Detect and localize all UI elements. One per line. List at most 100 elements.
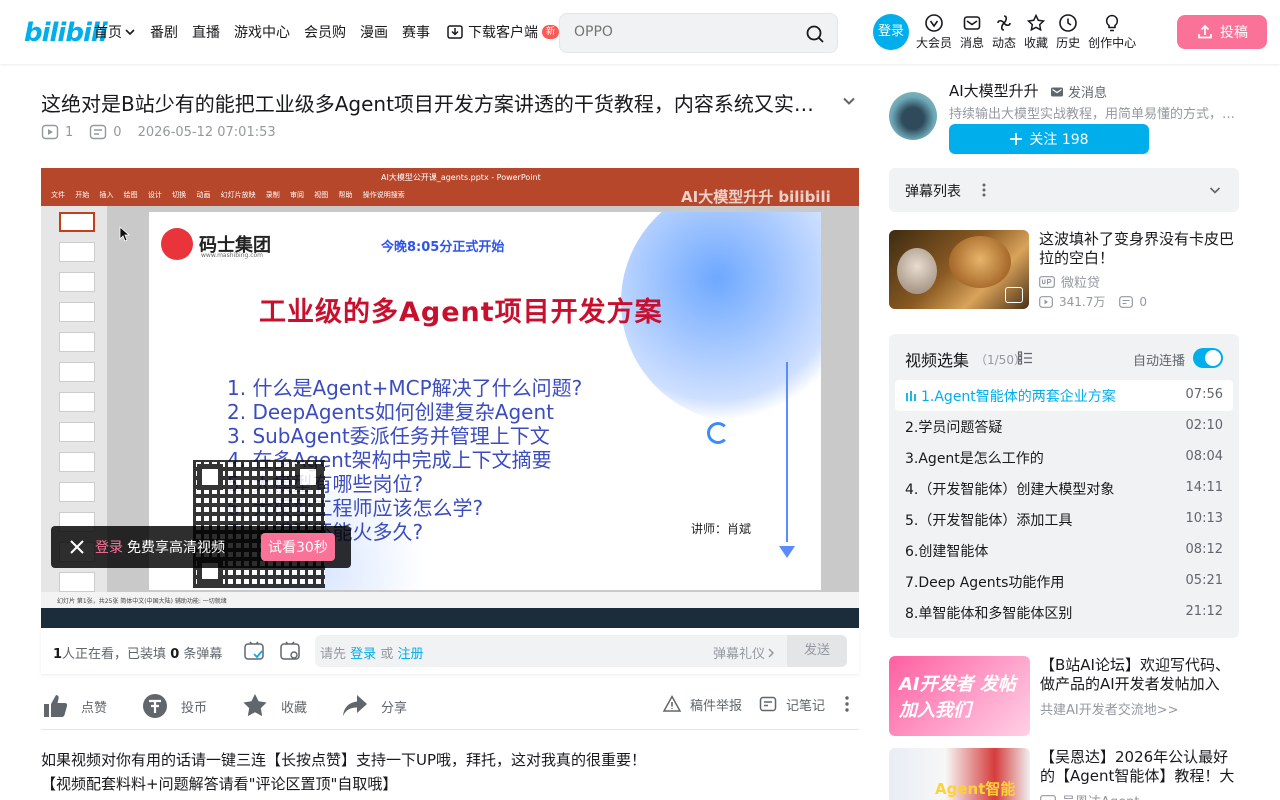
qr-corner [197,464,223,490]
danmaku-send-button[interactable]: 发送 [787,635,847,667]
recommend-uploader[interactable]: 共建AI开发者交流地>> [1040,699,1179,718]
note-button[interactable]: 记笔记 [758,694,825,714]
video-toolbar: 点赞 投币 收藏 分享 稿件举报 记笔记 [41,686,859,730]
entry-vip-label: 大会员 [916,36,953,50]
playlist-item[interactable]: 4.（开发智能体）创建大模型对象 14:11 [895,473,1233,504]
recommend-card[interactable]: Agent智能体 【吴恩达】2026年公认最好的【Agent智能体】教程！大模型… [889,748,1239,800]
entry-vip[interactable]: 大会员 [916,12,952,51]
ad-uploader[interactable]: 微粒贷 [1039,272,1100,291]
recommend-thumbnail[interactable]: AI开发者 发帖加入我们 [889,656,1030,736]
recommend-thumb-text: AI开发者 发帖加入我们 [899,674,1016,721]
like-label: 点赞 [81,700,108,716]
playlist-item-name: 5.（开发智能体）添加工具 [905,513,1073,529]
playlist-item[interactable]: 2.学员问题答疑 02:10 [895,411,1233,442]
playlist-item[interactable]: 5.（开发智能体）添加工具 10:13 [895,504,1233,535]
main-nav: 首页 番剧 直播 游戏中心 会员购 漫画 赛事 下载客户端 新 [94,22,573,42]
login-button[interactable]: 登录 [873,14,909,50]
recommend-thumbnail[interactable]: Agent智能体 [889,748,1030,800]
more-options-icon[interactable] [837,694,857,714]
slide-thumb [59,482,95,502]
playlist-item[interactable]: 7.Deep Agents功能作用 05:21 [895,566,1233,597]
slide-thumb [59,452,95,472]
tip-text: 免费享高清视频 [127,540,225,556]
share-button[interactable]: 分享 [341,692,407,720]
danmaku-list-label: 弹幕列表 [905,184,961,200]
slide-thumb [59,212,95,232]
playlist-item[interactable]: 8.单智能体和多智能体区别 21:12 [895,597,1233,628]
entry-creator-center[interactable]: 创作中心 [1088,12,1136,51]
nav-mall[interactable]: 会员购 [304,22,346,42]
ad-thumbnail[interactable] [889,230,1029,309]
danmaku-etiquette-link[interactable]: 弹幕礼仪 [713,643,777,662]
slide-list-item: 2. DeepAgents如何创建复杂Agent [227,400,554,424]
recommend-title[interactable]: 【吴恩达】2026年公认最好的【Agent智能体】教程！大模型入门必看 [1040,748,1236,786]
danmaku-input[interactable]: 请先 登录 或 注册 弹幕礼仪 发送 [315,635,847,667]
favorite-button[interactable]: 收藏 [241,692,307,720]
dm-register-link[interactable]: 注册 [397,647,423,662]
ad-title[interactable]: 这波填补了变身界没有卡皮巴拉的空白！ [1039,230,1235,268]
search-input[interactable] [574,24,794,40]
trial-30s-button[interactable]: 试看30秒 [261,533,335,561]
dm-login-link[interactable]: 登录 [350,647,376,662]
recommend-title[interactable]: 【B站AI论坛】欢迎写代码、做产品的AI开发者发帖加入 [1040,656,1236,694]
danmaku-list-panel[interactable]: 弹幕列表 [889,168,1239,212]
playlist-item[interactable]: 6.创建智能体 08:12 [895,535,1233,566]
recommend-uploader[interactable]: 吴恩达Agent [1040,791,1139,800]
nav-game-center[interactable]: 游戏中心 [234,22,290,42]
slide-thumb [59,272,95,292]
tip-login-link[interactable]: 登录 [95,537,123,557]
danmaku-count: 0 [89,124,122,140]
nav-home-label: 首页 [94,25,122,41]
list-view-icon[interactable] [1017,350,1033,366]
nav-download-client[interactable]: 下载客户端 新 [444,22,560,42]
ad-card[interactable]: 这波填补了变身界没有卡皮巴拉的空白！ 微粒贷 341.7万 0 [889,230,1239,310]
upload-button[interactable]: 投稿 [1177,15,1267,49]
playlist-item-name: 2.学员问题答疑 [905,420,1003,436]
search-icon[interactable] [805,24,825,44]
danmaku-count-icon [90,124,107,140]
playlist-item[interactable]: 3.Agent是怎么工作的 08:04 [895,442,1233,473]
close-icon[interactable] [69,539,85,555]
send-message-link[interactable]: 发消息 [1050,82,1107,101]
uploader-description: 持续输出大模型实战教程，用简单易懂的方式，带你入门大模型 [949,107,1239,122]
entry-history[interactable]: 历史 [1056,12,1080,51]
star-icon [243,694,267,717]
star-icon [1026,13,1046,32]
like-button[interactable]: 点赞 [41,692,107,720]
uploader-name[interactable]: AI大模型升升 [949,80,1039,101]
slide-lecturer: 讲师：肖斌 [691,522,752,536]
entry-history-label: 历史 [1056,36,1081,50]
nav-anime[interactable]: 番剧 [150,22,178,42]
entry-favorites[interactable]: 收藏 [1024,12,1048,51]
dm-prefix: 请先 [320,647,347,662]
slide-thumb [59,422,95,442]
autoplay-toggle[interactable] [1193,348,1223,368]
more-vertical-icon[interactable] [981,182,987,198]
nav-home[interactable]: 首页 [94,22,136,42]
recommend-card[interactable]: AI开发者 发帖加入我们 【B站AI论坛】欢迎写代码、做产品的AI开发者发帖加入… [889,656,1239,736]
entry-message[interactable]: 消息 [960,12,984,51]
ad-uploader-name: 微粒贷 [1061,276,1101,291]
note-label: 记笔记 [786,698,826,714]
play-count-value: 1 [65,124,74,140]
playing-bars-icon [906,391,916,401]
nav-esports[interactable]: 赛事 [402,22,430,42]
report-button[interactable]: 稿件举报 [662,694,742,714]
playlist-item-duration: 10:13 [1185,511,1223,526]
uploader-avatar[interactable] [889,92,937,140]
danmaku-settings-icon[interactable] [279,640,301,662]
qr-corner [295,464,321,490]
danmaku-toggle-icon[interactable] [243,640,265,662]
entry-dynamic[interactable]: 动态 [992,12,1016,51]
playlist-item-active[interactable]: 1.Agent智能体的两套企业方案 07:56 [895,380,1233,411]
playlist-item-name: 1.Agent智能体的两套企业方案 [921,389,1116,405]
chevron-down-icon[interactable] [1207,182,1223,198]
windows-taskbar [41,608,859,628]
play-count-icon [1039,295,1053,308]
nav-manga[interactable]: 漫画 [360,22,388,42]
coin-button[interactable]: 投币 [141,692,207,720]
ppt-status-bar: 幻灯片 第1张，共25张 简体中文(中国大陆) 辅助功能: 一切就绪 [41,592,859,608]
follow-button[interactable]: 关注 198 [949,124,1149,154]
nav-live[interactable]: 直播 [192,22,220,42]
chevron-down-icon[interactable] [840,92,858,110]
